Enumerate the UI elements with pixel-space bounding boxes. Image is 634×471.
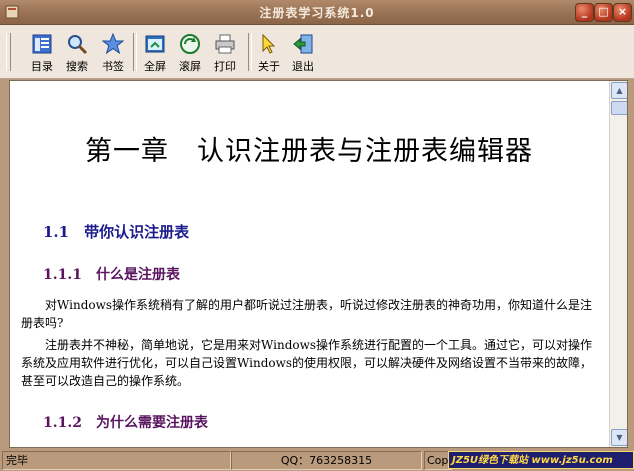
toolbar-label: 退出 xyxy=(292,60,314,73)
status-bar: 完毕 QQ：763258315 Cop JZ5U绿色下载站 www.jz5u.c… xyxy=(0,449,634,471)
pointer-icon xyxy=(262,33,276,54)
autoscroll-icon xyxy=(180,34,200,54)
toolbar-label: 目录 xyxy=(31,60,53,73)
paragraph: 对Windows操作系统稍有了解的用户都听说过注册表，听说过修改注册表的神奇功用… xyxy=(21,298,593,330)
title-bar: 注册表学习系统1.0 _ □ × xyxy=(0,0,634,25)
printer-icon xyxy=(215,34,235,54)
toolbar-button-contents[interactable]: 目录 xyxy=(25,33,59,77)
contents-icon xyxy=(32,34,52,54)
toolbar-button-autoscroll[interactable]: 滚屏 xyxy=(173,33,207,77)
toolbar-button-print[interactable]: 打印 xyxy=(208,33,242,77)
close-button[interactable]: × xyxy=(613,3,632,22)
toolbar-label: 书签 xyxy=(102,60,124,73)
chapter-title: 第一章 认识注册表与注册表编辑器 xyxy=(85,136,533,167)
status-text: 完毕 xyxy=(2,451,231,470)
toolbar-grip[interactable] xyxy=(6,33,11,71)
toolbar-button-fullscreen[interactable]: 全屏 xyxy=(138,33,172,77)
window-title: 注册表学习系统1.0 xyxy=(259,6,375,20)
status-qq: QQ：763258315 xyxy=(231,451,422,470)
toolbar-button-about[interactable]: 关于 xyxy=(252,33,286,77)
toolbar-label: 搜索 xyxy=(66,60,88,73)
vertical-scrollbar[interactable]: ▲ ▼ xyxy=(609,81,627,447)
section-heading: 1.1 带你认识注册表 xyxy=(43,223,190,241)
maximize-button[interactable]: □ xyxy=(594,3,613,22)
fullscreen-icon xyxy=(145,35,165,53)
toolbar-button-search[interactable]: 搜索 xyxy=(60,33,94,77)
bookmark-star-icon xyxy=(102,33,124,55)
search-icon xyxy=(68,35,88,55)
paragraph: 注册表并不神秘，简单地说，它是用来对Windows操作系统进行配置的一个工具。通… xyxy=(21,338,593,388)
toolbar-label: 关于 xyxy=(258,60,280,73)
scroll-down-button[interactable]: ▼ xyxy=(611,429,627,446)
toolbar-label: 全屏 xyxy=(144,60,166,73)
subsection-heading: 1.1.2 为什么需要注册表 xyxy=(43,415,208,431)
minimize-button[interactable]: _ xyxy=(575,3,594,22)
watermark-badge: JZ5U绿色下载站 www.jz5u.com xyxy=(448,451,634,469)
toolbar-button-exit[interactable]: 退出 xyxy=(286,33,320,77)
toolbar-separator xyxy=(133,33,137,71)
document-content: 第一章 认识注册表与注册表编辑器 1.1 带你认识注册表 1.1.1 什么是注册… xyxy=(10,81,608,447)
scroll-thumb[interactable] xyxy=(611,101,627,115)
subsection-heading: 1.1.1 什么是注册表 xyxy=(43,267,180,283)
scroll-up-button[interactable]: ▲ xyxy=(611,82,627,99)
document-viewer[interactable]: 第一章 认识注册表与注册表编辑器 1.1 带你认识注册表 1.1.1 什么是注册… xyxy=(9,80,628,448)
toolbar: 目录 搜索 书签 全屏 滚屏 打印 关于 退出 xyxy=(0,25,634,79)
toolbar-label: 滚屏 xyxy=(179,60,201,73)
toolbar-label: 打印 xyxy=(214,60,236,73)
toolbar-button-bookmark[interactable]: 书签 xyxy=(96,33,130,77)
exit-icon xyxy=(293,34,313,54)
